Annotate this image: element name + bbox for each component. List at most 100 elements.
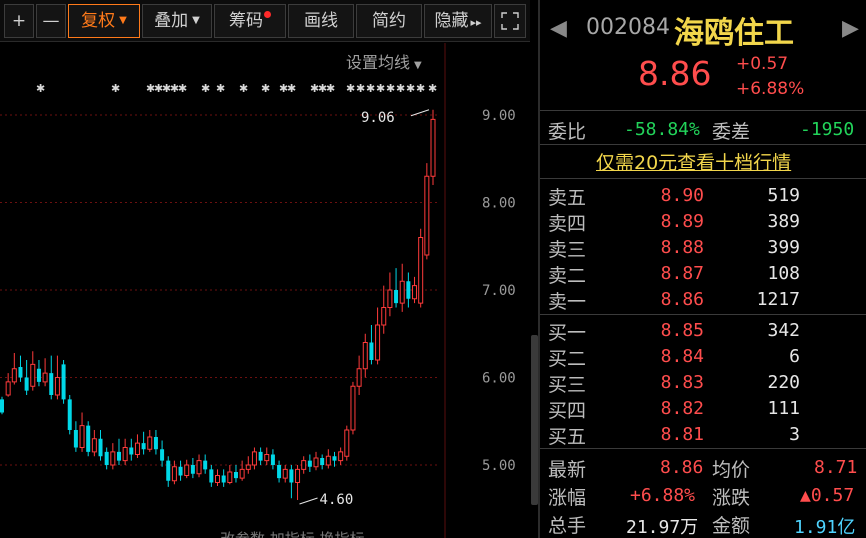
hide-button[interactable]: 隐藏 ▸▸ xyxy=(424,4,492,38)
bid-row[interactable]: 买一 8.85 342 xyxy=(540,318,866,344)
bid-row[interactable]: 买二 8.84 6 xyxy=(540,344,866,370)
candle-up xyxy=(430,118,436,177)
ask-row[interactable]: 卖三 8.88 399 xyxy=(540,235,866,261)
ask-volume: 108 xyxy=(767,263,800,284)
event-marker-icon: ✱ xyxy=(356,82,365,95)
candle-down xyxy=(320,458,325,465)
bid-row[interactable]: 买三 8.83 220 xyxy=(540,370,866,396)
event-marker-icon: ✱ xyxy=(396,82,405,95)
candle-up xyxy=(356,368,362,387)
candle-down xyxy=(24,377,29,391)
order-ratio-value: -58.84% xyxy=(624,119,700,140)
next-stock-arrow-icon[interactable]: ▶ xyxy=(842,16,859,41)
candle-down xyxy=(116,451,121,461)
candle-down xyxy=(289,469,294,483)
candle-up xyxy=(350,385,356,431)
ask-price: 8.88 xyxy=(660,237,704,258)
set-ma-label: 设置均线 xyxy=(346,53,411,72)
bid-row[interactable]: 买五 8.81 3 xyxy=(540,422,866,448)
candle-up xyxy=(134,442,140,455)
change-pct-label: 涨幅 xyxy=(548,487,587,509)
candle-up xyxy=(30,363,36,387)
bid-volume: 6 xyxy=(789,346,800,367)
quote-panel: ◀ 002084 海鸥住工 ▶ 8.86 +0.57 +6.88% 委比 -58… xyxy=(540,0,866,538)
y-tick-label: 9.00 xyxy=(482,108,516,124)
overlay-label: 叠加 xyxy=(154,11,189,31)
caret-down-icon: ▼ xyxy=(119,15,127,26)
candle-down xyxy=(178,466,183,476)
bid-price: 8.84 xyxy=(660,346,704,367)
ask-level-label: 卖二 xyxy=(548,265,587,287)
bid-price: 8.81 xyxy=(660,424,704,445)
draw-line-label: 画线 xyxy=(304,11,338,31)
candle-up xyxy=(387,289,393,308)
candle-up xyxy=(147,436,153,450)
event-marker-icon: ✱ xyxy=(416,82,425,95)
divider xyxy=(540,448,866,449)
zoom-in-button[interactable]: + xyxy=(4,4,34,38)
draw-line-button[interactable]: 画线 xyxy=(288,4,354,38)
avg-price-value: 8.71 xyxy=(814,457,858,478)
candle-up xyxy=(122,447,128,462)
hide-label: 隐藏 xyxy=(434,11,469,31)
chart-toolbar: + — 复权 ▼ 叠加 ▼ 筹码 画线 简约 隐藏 ▸▸ xyxy=(0,0,530,42)
candle-up xyxy=(375,324,381,361)
caret-down-icon: ▼ xyxy=(414,60,422,71)
candle-up xyxy=(412,285,418,300)
kline-chart-area[interactable]: 9.00 8.00 7.00 6.00 5.00 ✱ ✱ ✱ ✱ ✱ ✱ ✱ ✱ ✱ ✱ ✱ ✱ ✱ ✱ ✱ ✱ ✱ ✱ ✱ ✱… xyxy=(0,43,530,538)
bid-row[interactable]: 买四 8.82 111 xyxy=(540,396,866,422)
bid-volume: 111 xyxy=(767,398,800,419)
chart-scrollbar[interactable] xyxy=(531,335,538,505)
restore-rights-dropdown[interactable]: 复权 ▼ xyxy=(68,4,140,38)
ask-row[interactable]: 卖一 8.86 1217 xyxy=(540,287,866,313)
volume-value: 21.97万 xyxy=(626,517,699,538)
double-arrow-icon: ▸▸ xyxy=(470,16,482,29)
event-marker-icon: ✱ xyxy=(201,82,210,95)
latest-label: 最新 xyxy=(548,459,587,481)
ask-level-label: 卖一 xyxy=(548,291,587,313)
quote-header: ◀ 002084 海鸥住工 ▶ 8.86 +0.57 +6.88% xyxy=(540,0,866,110)
indicator-tabs[interactable]: 改参数 加指标 换指标 xyxy=(220,528,365,538)
candle-down xyxy=(369,342,374,360)
volume-label: 总手 xyxy=(548,515,587,537)
level2-promo-link[interactable]: 仅需20元查看十档行情 xyxy=(596,148,791,175)
brief-button[interactable]: 简约 xyxy=(356,4,422,38)
zoom-out-button[interactable]: — xyxy=(36,4,66,38)
candle-up xyxy=(418,237,424,304)
candle-down xyxy=(406,281,411,299)
fullscreen-button[interactable] xyxy=(494,4,526,38)
bid-level-label: 买四 xyxy=(548,400,587,422)
overlay-dropdown[interactable]: 叠加 ▼ xyxy=(142,4,212,38)
ask-level-label: 卖三 xyxy=(548,239,587,261)
event-marker-icon: ✱ xyxy=(366,82,375,95)
set-ma-button[interactable]: 设置均线 ▼ xyxy=(346,49,422,73)
event-marker-icon: ✱ xyxy=(178,82,187,95)
chips-button[interactable]: 筹码 xyxy=(214,4,286,38)
candle-up xyxy=(251,451,257,466)
ask-row[interactable]: 卖二 8.87 108 xyxy=(540,261,866,287)
price-change: +0.57 xyxy=(736,54,789,74)
candle-down xyxy=(160,449,165,461)
ask-volume: 399 xyxy=(767,237,800,258)
bid-level-label: 买三 xyxy=(548,374,587,396)
stock-name: 海鸥住工 xyxy=(674,16,794,51)
candle-up xyxy=(110,451,116,466)
caret-down-icon: ▼ xyxy=(192,15,200,26)
ask-row[interactable]: 卖五 8.90 519 xyxy=(540,183,866,209)
previous-stock-arrow-icon[interactable]: ◀ xyxy=(550,16,567,41)
candle-up xyxy=(91,438,97,453)
candle-down xyxy=(277,465,282,479)
candle-up xyxy=(184,464,190,476)
y-tick-label: 8.00 xyxy=(482,196,516,212)
candle-up xyxy=(282,468,288,479)
kline-chart[interactable]: 9.008.007.006.005.00✱ ✱ ✱✱✱✱✱ ✱ ✱ ✱ ✱ ✱✱ ✱✱✱ ✱ ✱ ✱ ✱… xyxy=(0,43,530,538)
candle-up xyxy=(424,175,430,256)
candle-up xyxy=(295,468,301,483)
candle-down xyxy=(0,399,4,413)
candle-up xyxy=(381,307,387,326)
low-annotation: 4.60 xyxy=(320,492,354,508)
bid-volume: 342 xyxy=(767,320,800,341)
candle-down xyxy=(203,460,208,470)
ask-row[interactable]: 卖四 8.89 389 xyxy=(540,209,866,235)
candle-up xyxy=(42,372,48,383)
